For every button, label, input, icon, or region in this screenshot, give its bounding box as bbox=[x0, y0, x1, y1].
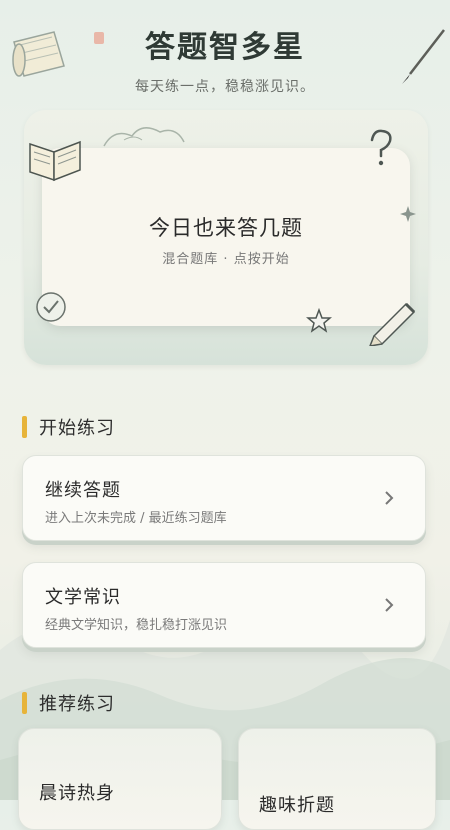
hero-title: 今日也来答几题 bbox=[149, 216, 303, 240]
section-title: 开始练习 bbox=[39, 418, 115, 439]
card-title: 趣味折题 bbox=[259, 795, 335, 816]
check-icon bbox=[36, 292, 66, 322]
chevron-right-icon bbox=[385, 491, 394, 505]
section-recommended: 推荐练习 bbox=[22, 690, 115, 716]
sparkle-icon bbox=[400, 206, 416, 222]
section-title: 推荐练习 bbox=[39, 694, 115, 715]
continue-quiz-card[interactable]: 继续答题 进入上次未完成 / 最近练习题库 bbox=[22, 455, 426, 541]
hero-subtitle: 混合题库 · 点按开始 bbox=[162, 252, 290, 267]
card-description: 经典文学知识，稳扎稳打涨见识 bbox=[45, 618, 228, 633]
hero-card[interactable]: 今日也来答几题 混合题库 · 点按开始 bbox=[42, 148, 410, 326]
card-title: 文学常识 bbox=[45, 587, 121, 608]
chevron-right-icon bbox=[385, 598, 394, 612]
card-title: 晨诗热身 bbox=[39, 783, 115, 804]
section-start-practice: 开始练习 bbox=[22, 414, 115, 440]
star-icon bbox=[306, 308, 332, 333]
recommended-card-morning-poetry[interactable]: 晨诗热身 bbox=[18, 728, 222, 830]
pencil-icon bbox=[369, 302, 416, 346]
section-accent-bar bbox=[22, 416, 27, 438]
app-title: 答题智多星 bbox=[145, 30, 305, 65]
section-accent-bar bbox=[22, 692, 27, 714]
book-icon bbox=[29, 140, 81, 182]
app-header: 答题智多星 每天练一点，稳稳涨见识。 bbox=[0, 22, 450, 96]
cloud-icon bbox=[103, 127, 185, 147]
card-description: 进入上次未完成 / 最近练习题库 bbox=[45, 511, 227, 526]
question-mark-icon bbox=[370, 129, 392, 166]
daily-quiz-banner[interactable]: 今日也来答几题 混合题库 · 点按开始 bbox=[24, 110, 428, 365]
recommended-card-fun-puzzle[interactable]: 趣味折题 bbox=[238, 728, 436, 830]
card-title: 继续答题 bbox=[45, 480, 121, 501]
app-subtitle: 每天练一点，稳稳涨见识。 bbox=[135, 79, 315, 95]
literature-knowledge-card[interactable]: 文学常识 经典文学知识，稳扎稳打涨见识 bbox=[22, 562, 426, 648]
